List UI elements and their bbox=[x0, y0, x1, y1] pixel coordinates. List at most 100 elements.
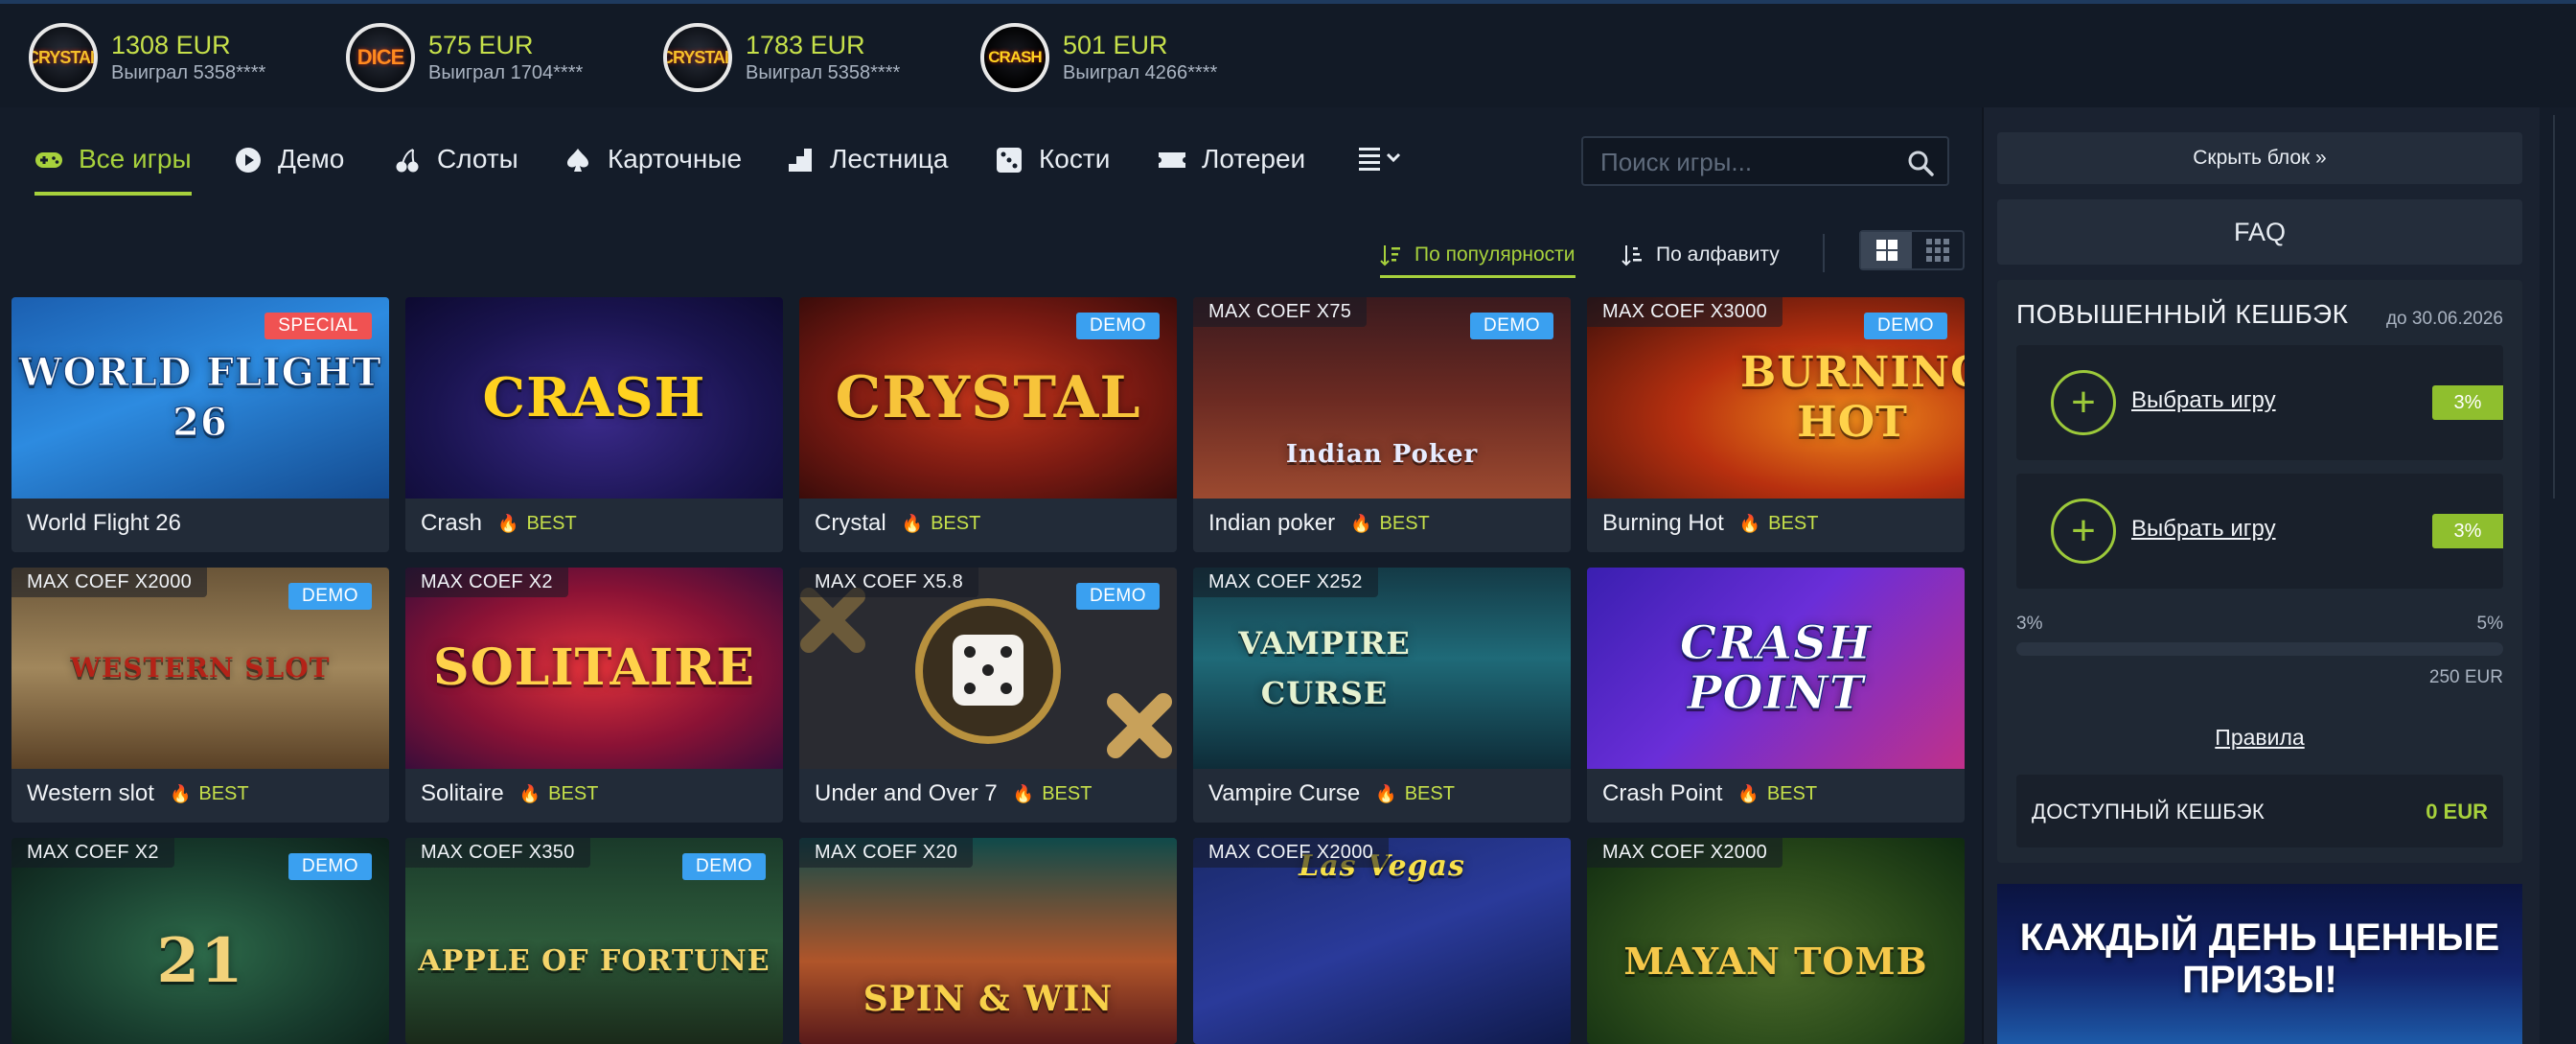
max-coef-label: MAX COEF X2 bbox=[405, 568, 568, 597]
max-coef-label: MAX COEF X5.8 bbox=[799, 568, 979, 597]
winner-item[interactable]: CRYSTAL 1308 EUR Выиграл 5358**** bbox=[29, 21, 265, 94]
ticket-icon bbox=[1158, 146, 1186, 174]
win-amount: 1308 EUR bbox=[111, 31, 231, 59]
sort-label: По алфавиту bbox=[1656, 244, 1780, 266]
winner-item[interactable]: CRYSTAL 1783 EUR Выиграл 5358**** bbox=[663, 21, 900, 94]
cashback-percent: 3% bbox=[2432, 514, 2503, 548]
game-title: Burning Hot bbox=[1602, 510, 1724, 536]
gamepad-icon bbox=[34, 146, 63, 174]
game-art: CRASH bbox=[405, 297, 783, 499]
game-art: Las Vegas bbox=[1193, 838, 1571, 1044]
fire-icon: 🔥 bbox=[1012, 783, 1035, 803]
tab-label: Кости bbox=[1039, 144, 1111, 174]
add-game-button[interactable]: + bbox=[2051, 499, 2116, 564]
tab-cards[interactable]: Карточные bbox=[564, 144, 742, 192]
spade-icon bbox=[564, 146, 592, 174]
game-logo-crystal: CRYSTAL bbox=[663, 23, 732, 92]
scrollbar[interactable] bbox=[2553, 115, 2563, 499]
cashback-scale-min: 3% bbox=[2016, 614, 2043, 634]
game-card[interactable]: SPIN & WIN MAX COEF X20 bbox=[799, 838, 1177, 1044]
max-coef-label: MAX COEF X252 bbox=[1193, 568, 1378, 597]
winner-item[interactable]: DICE 575 EUR Выиграл 1704**** bbox=[346, 21, 583, 94]
cashback-panel: ПОВЫШЕННЫЙ КЕШБЭК до 30.06.2026 + Выбрат… bbox=[1997, 280, 2522, 863]
game-title-row: Western slot 🔥 BEST bbox=[27, 780, 249, 807]
best-tag: 🔥 BEST bbox=[1737, 782, 1818, 804]
large-grid-button[interactable] bbox=[1861, 232, 1912, 268]
game-title-row: Crystal 🔥 BEST bbox=[815, 510, 980, 537]
game-card[interactable]: APPLE OF FORTUNE MAX COEF X350 DEMO bbox=[405, 838, 783, 1044]
demo-badge: DEMO bbox=[1076, 583, 1160, 610]
demo-badge: DEMO bbox=[1076, 313, 1160, 339]
game-title-row: Under and Over 7 🔥 BEST bbox=[815, 780, 1092, 807]
rules-link[interactable]: Правила bbox=[1997, 725, 2522, 751]
game-card[interactable]: WORLD FLIGHT 26 SPECIAL World Flight 26 bbox=[12, 297, 389, 552]
choose-game-link[interactable]: Выбрать игру bbox=[2131, 387, 2276, 414]
winner-id: Выиграл 1704**** bbox=[428, 62, 584, 83]
game-art: SOLITAIRE bbox=[405, 568, 783, 769]
tab-slots[interactable]: Слоты bbox=[393, 144, 518, 192]
search-icon[interactable] bbox=[1907, 150, 1934, 176]
winner-item[interactable]: CRASH 501 EUR Выиграл 4266**** bbox=[980, 21, 1217, 94]
game-card[interactable]: Las Vegas MAX COEF X2000 bbox=[1193, 838, 1571, 1044]
game-card[interactable]: Indian Poker MAX COEF X75 DEMO Indian po… bbox=[1193, 297, 1571, 552]
game-logo-crash: CRASH bbox=[980, 23, 1049, 92]
best-tag: 🔥 BEST bbox=[518, 782, 599, 804]
game-title-row: Crash Point 🔥 BEST bbox=[1602, 780, 1817, 807]
sort-by-alphabet[interactable]: По алфавиту bbox=[1622, 236, 1780, 274]
game-card[interactable]: MAYAN TOMB MAX COEF X2000 bbox=[1587, 838, 1965, 1044]
game-title: Crash bbox=[421, 510, 483, 536]
sort-label: По популярности bbox=[1414, 244, 1576, 266]
winner-id: Выиграл 4266**** bbox=[1063, 62, 1218, 83]
fire-icon: 🔥 bbox=[901, 513, 924, 533]
game-title-row: Burning Hot 🔥 BEST bbox=[1602, 510, 1818, 537]
tab-dice[interactable]: Кости bbox=[995, 144, 1110, 192]
game-card[interactable]: 21 MAX COEF X2 DEMO bbox=[12, 838, 389, 1044]
fire-icon: 🔥 bbox=[1738, 513, 1761, 533]
add-game-button[interactable]: + bbox=[2051, 370, 2116, 435]
sort-by-popularity[interactable]: По популярности bbox=[1380, 236, 1576, 278]
game-card[interactable]: VAMPIRE CURSE MAX COEF X252 Vampire Curs… bbox=[1193, 568, 1571, 823]
tab-label: Все игры bbox=[79, 144, 192, 174]
game-card[interactable]: CRYSTAL DEMO Crystal 🔥 BEST bbox=[799, 297, 1177, 552]
cashback-target: 250 EUR bbox=[2428, 667, 2503, 687]
fire-icon: 🔥 bbox=[1350, 513, 1372, 533]
game-card[interactable]: WESTERN SLOT MAX COEF X2000 DEMO Western… bbox=[12, 568, 389, 823]
small-grid-button[interactable] bbox=[1912, 232, 1963, 268]
tab-label: Слоты bbox=[437, 144, 518, 174]
fire-icon: 🔥 bbox=[497, 513, 519, 533]
cashback-deadline: до 30.06.2026 bbox=[2385, 309, 2503, 329]
game-card[interactable]: CRASH Crash 🔥 BEST bbox=[405, 297, 783, 552]
view-toggle bbox=[1859, 230, 1965, 270]
promo-banner[interactable]: КАЖДЫЙ ДЕНЬ ЦЕННЫЕ ПРИЗЫ! bbox=[1997, 884, 2522, 1044]
stairs-icon bbox=[786, 146, 815, 174]
game-title: Solitaire bbox=[421, 780, 504, 806]
tab-ladder[interactable]: Лестница bbox=[786, 144, 948, 192]
more-categories-button[interactable] bbox=[1357, 144, 1407, 176]
faq-button[interactable]: FAQ bbox=[1997, 199, 2522, 265]
game-card[interactable]: SOLITAIRE MAX COEF X2 Solitaire 🔥 BEST bbox=[405, 568, 783, 823]
best-tag: 🔥 BEST bbox=[497, 512, 577, 534]
game-art: VAMPIRE CURSE bbox=[1193, 568, 1571, 769]
game-logo-dice: DICE bbox=[346, 23, 415, 92]
choose-game-link[interactable]: Выбрать игру bbox=[2131, 516, 2276, 543]
game-card[interactable]: BURNING HOT MAX COEF X3000 DEMO Burning … bbox=[1587, 297, 1965, 552]
game-title-row: World Flight 26 bbox=[27, 510, 181, 537]
max-coef-label: MAX COEF X2000 bbox=[12, 568, 208, 597]
win-amount: 501 EUR bbox=[1063, 31, 1168, 59]
game-title: Vampire Curse bbox=[1208, 780, 1361, 806]
tab-demo[interactable]: Демо bbox=[234, 144, 344, 192]
right-scroll-area bbox=[2540, 107, 2576, 1044]
game-title-row: Indian poker 🔥 BEST bbox=[1208, 510, 1430, 537]
sort-divider bbox=[1823, 234, 1825, 272]
search-input[interactable] bbox=[1600, 146, 1888, 178]
tab-label: Лестница bbox=[830, 144, 949, 174]
max-coef-label: MAX COEF X2 bbox=[12, 838, 174, 868]
tab-all-games[interactable]: Все игры bbox=[34, 144, 192, 196]
best-tag: 🔥 BEST bbox=[1012, 782, 1092, 804]
max-coef-label: MAX COEF X2000 bbox=[1193, 838, 1390, 868]
hide-block-button[interactable]: Скрыть блок » bbox=[1997, 132, 2522, 184]
tab-lotteries[interactable]: Лотереи bbox=[1158, 144, 1305, 192]
game-card[interactable]: CRASH POINT Crash Point 🔥 BEST bbox=[1587, 568, 1965, 823]
game-card[interactable]: MAX COEF X5.8 DEMO Under and Over 7 🔥 BES… bbox=[799, 568, 1177, 823]
small-grid-icon bbox=[1925, 239, 1949, 262]
